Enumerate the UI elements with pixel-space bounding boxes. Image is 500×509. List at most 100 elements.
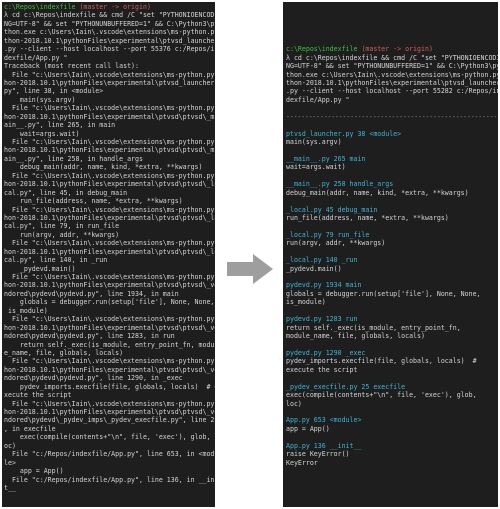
output-line: ndored\pydevd\pydevd.py", line 1290, in … <box>4 374 183 383</box>
output-line: hon-2018.10.1\pythonFiles\experimental\p… <box>4 213 215 222</box>
output-line: NG=UTF-8" && set "PYTHONUNBUFFERED=1" &&… <box>4 19 215 28</box>
stack-frame: __main__.py 258 handle_args debug_main(ad… <box>286 180 495 205</box>
output-line: hon-2018.10.1\pythonFiles\experimental\p… <box>4 112 215 121</box>
output-line: File "c:\Users\Iain\.vscode\extensions\m… <box>4 273 215 281</box>
right-command: λ cd c:\Repos\indexfile && cmd /C "set "… <box>286 53 498 105</box>
left-output: λ cd c:\Repos\indexfile && cmd /C "set "… <box>4 11 215 492</box>
stack-frame: __main__.py 265 main wait=args.wait) <box>286 155 495 180</box>
frame-code: run_file(address, name, *extra, **kwargs… <box>286 213 449 222</box>
output-line: hon-2018.10.1\pythonFiles\experimental\p… <box>4 281 215 290</box>
output-line: hon-2018.10.1\pythonFiles\experimental\p… <box>4 78 215 87</box>
output-line: .py --client --host localhost --port 553… <box>4 45 215 54</box>
stack-frame: pydevd.py 1290 _exec pydev_imports.execfi… <box>286 349 495 383</box>
stack-frame: App.py 653 <module> app = App() <box>286 416 495 441</box>
output-line: is_module) <box>4 306 48 315</box>
right-prompt: c:\Repos\indexfile (master -> origin) <box>286 45 495 53</box>
output-line: le> <box>4 458 16 467</box>
frame-code: exec(compile(contents+"\n", file, 'exec'… <box>286 391 477 400</box>
output-line: ain__.py", line 258, in handle_args <box>4 154 143 163</box>
output-line: ain__.py", line 265, in main <box>4 121 116 130</box>
left-prompt-path: c:\Repos\indexfile <box>4 3 76 11</box>
output-line: File "c:\Users\Iain\.vscode\extensions\m… <box>4 138 215 146</box>
frame-header: _local.py 45 debug_main <box>286 205 378 214</box>
output-line: exec(compile(contents+"\n", file, 'exec'… <box>4 433 215 442</box>
output-line: File "c:\Users\Iain\.vscode\extensions\m… <box>4 315 215 324</box>
output-line: oc) <box>4 441 16 450</box>
output-line: cal.py", line 140, in _run <box>4 256 108 265</box>
output-line: debug_main(addr, name, kind, *extra, **k… <box>4 163 203 172</box>
output-line: pydev_imports.execfile(file, globals, lo… <box>4 382 215 391</box>
output-line: File "c:\Users\Iain\.vscode\extensions\m… <box>4 171 215 180</box>
output-line: cal.py", line 79, in run_file <box>4 222 120 231</box>
frame-code: KeyError <box>286 458 318 467</box>
stack-frame: pydevd.py 1283 run return self._exec(is_m… <box>286 315 495 349</box>
right-terminal-window[interactable]: c:\Repos\indexfile (master -> origin) λ … <box>283 2 498 507</box>
left-prompt-branch: (master -> origin) <box>79 3 151 11</box>
frame-code: loc) <box>286 399 302 408</box>
output-line: hon-2018.10.1\pythonFiles\experimental\p… <box>4 146 215 155</box>
left-prompt: c:\Repos\indexfile (master -> origin) <box>4 3 213 11</box>
output-line: main(sys.argv) <box>4 95 76 104</box>
frame-code: raise KeyError() <box>286 450 350 459</box>
command-line: thon.exe c:\Users\Iain\.vscode\extension… <box>286 70 498 79</box>
frame-header: pydevd.py 1290 _exec <box>286 348 366 357</box>
command-line: .py --client --host localhost --port 552… <box>286 87 498 96</box>
output-line: File "c:\Users\Iain\.vscode\extensions\m… <box>4 104 215 113</box>
stack-frame: _local.py 140 _run _pydevd.main() <box>286 256 495 281</box>
output-line: , in execfile <box>4 424 56 433</box>
output-line: File "c:/Repos/indexfile/App.py", line 1… <box>4 475 215 484</box>
output-line: run_file(address, name, *extra, **kwargs… <box>4 197 183 206</box>
frame-header: ptvsd_launcher.py 38 <module> <box>286 129 402 138</box>
frame-code: _pydevd.main() <box>286 264 342 273</box>
right-arrow-icon <box>227 254 273 284</box>
output-line: cal.py", line 45, in debug_main <box>4 188 128 197</box>
stack-frame: _pydev_execfile.py 25 execfile exec(compi… <box>286 383 495 417</box>
output-line: ndored\pydevd\pydevd.py", line 1934, in … <box>4 289 179 298</box>
command-line: λ cd c:\Repos\indexfile && cmd /C "set "… <box>286 53 498 62</box>
frame-code: app = App() <box>286 424 330 433</box>
output-line: File "c:/Repos/indexfile/App.py", line 6… <box>4 450 215 459</box>
frame-code: pydev_imports.execfile(file, globals, lo… <box>286 357 477 366</box>
right-frames: ptvsd_launcher.py 38 <module> main(sys.ar… <box>286 130 495 468</box>
output-line: t__ <box>4 483 16 492</box>
output-line: return self._exec(is_module, entry_point… <box>4 340 215 349</box>
command-line: dexfile/App.py " <box>286 95 350 104</box>
output-line: thon.exe c:\Users\Iain\.vscode\extension… <box>4 28 215 37</box>
stack-frame: ptvsd_launcher.py 38 <module> main(sys.ar… <box>286 130 495 155</box>
output-line: λ cd c:\Repos\indexfile && cmd /C "set "… <box>4 11 215 20</box>
stack-frame: _local.py 45 debug_main run_file(address,… <box>286 206 495 231</box>
output-line: dexfile/App.py " <box>4 53 68 62</box>
output-line: hon-2018.10.1\pythonFiles\experimental\p… <box>4 408 215 416</box>
output-line: File "c:\Users\Iain\.vscode\extensions\m… <box>4 357 215 366</box>
frame-header: __main__.py 258 handle_args <box>286 180 394 189</box>
frame-code: main(sys.argv) <box>286 138 342 146</box>
output-line: xecute the script <box>4 391 72 400</box>
right-prompt-branch: (master -> origin) <box>361 45 433 54</box>
command-line: NG=UTF-8" && set "PYTHONUNBUFFERED=1" &&… <box>286 62 498 71</box>
frame-header: App.py 136 __init__ <box>286 441 362 450</box>
frame-code: is_module) <box>286 298 326 307</box>
frame-header: App.py 653 <module> <box>286 416 362 425</box>
frame-header: _local.py 140 _run <box>286 256 358 265</box>
frame-code: execute the script <box>286 365 358 374</box>
command-line: thon-2018.10.1\pythonFiles\experimental\… <box>286 78 498 87</box>
output-line: app = App() <box>4 467 64 476</box>
frame-header: pydevd.py 1283 run <box>286 315 358 324</box>
output-line: run(argv, addr, **kwargs) <box>4 230 120 239</box>
output-line: File "c:\Users\Iain\.vscode\extensions\m… <box>4 205 215 214</box>
output-line: thon-2018.10.1\pythonFiles\experimental\… <box>4 36 215 45</box>
output-line: hon-2018.10.1\pythonFiles\experimental\p… <box>4 323 215 332</box>
output-line: globals = debugger.run(setup['file'], No… <box>4 298 215 307</box>
output-line: ndored\pydevd\pydevd.py", line 1283, in … <box>4 332 175 341</box>
frame-code: wait=args.wait) <box>286 163 346 172</box>
frame-code: run(argv, addr, **kwargs) <box>286 239 386 248</box>
output-line: Traceback (most recent call last): <box>4 62 139 71</box>
output-line: hon-2018.10.1\pythonFiles\experimental\p… <box>4 365 215 374</box>
output-line: _pydevd.main() <box>4 264 76 273</box>
right-prompt-path: c:\Repos\indexfile <box>286 45 358 54</box>
left-terminal-window[interactable]: c:\Repos\indexfile (master -> origin) λ … <box>2 2 215 507</box>
frame-header: _pydev_execfile.py 25 execfile <box>286 382 406 391</box>
output-line: hon-2018.10.1\pythonFiles\experimental\p… <box>4 247 215 256</box>
frame-code: module_name, file, globals, locals) <box>286 332 425 341</box>
frame-header: __main__.py 265 main <box>286 154 366 163</box>
